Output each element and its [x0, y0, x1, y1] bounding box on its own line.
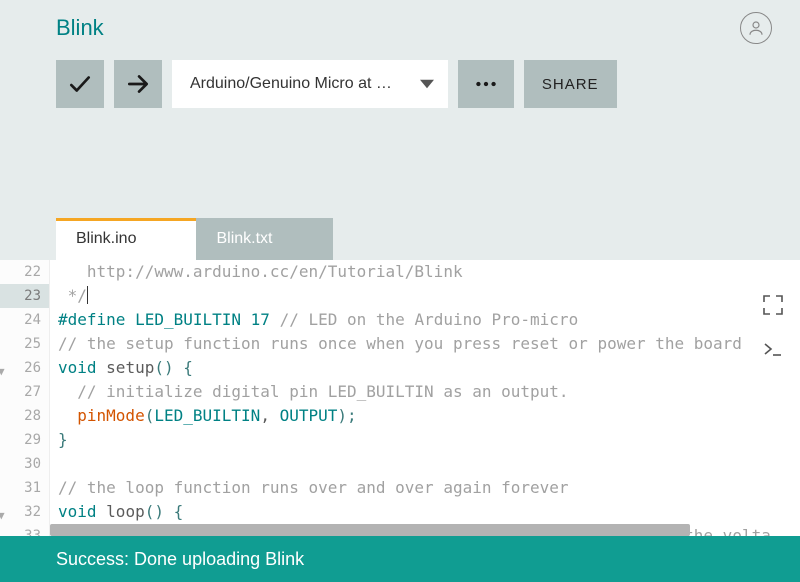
fullscreen-button[interactable]	[760, 292, 786, 318]
code-line[interactable]: // initialize digital pin LED_BUILTIN as…	[58, 380, 800, 404]
account-button[interactable]	[740, 12, 772, 44]
code-line[interactable]: void loop() {	[58, 500, 800, 524]
editor-area: Blink.inoBlink.txt 2223242526▼2728293031…	[0, 180, 800, 536]
code-line[interactable]: // the setup function runs once when you…	[58, 332, 800, 356]
line-number: 28	[0, 404, 49, 428]
share-button[interactable]: SHARE	[524, 60, 617, 108]
code-line[interactable]: void setup() {	[58, 356, 800, 380]
tab-blink-txt[interactable]: Blink.txt	[196, 218, 332, 260]
check-icon	[67, 71, 93, 97]
line-number: 30	[0, 452, 49, 476]
header: Blink Arduino/Genuino Micro at … SHARE	[0, 0, 800, 108]
board-select-label: Arduino/Genuino Micro at …	[190, 75, 392, 93]
code-line[interactable]: pinMode(LED_BUILTIN, OUTPUT);	[58, 404, 800, 428]
code-line[interactable]: http://www.arduino.cc/en/Tutorial/Blink	[58, 260, 800, 284]
code-line[interactable]: }	[58, 428, 800, 452]
sketch-title: Blink	[56, 15, 104, 41]
code-content[interactable]: http://www.arduino.cc/en/Tutorial/Blink …	[50, 260, 800, 536]
user-icon	[747, 19, 765, 37]
line-gutter: 2223242526▼272829303132▼3334353637	[0, 260, 50, 536]
tab-bar: Blink.inoBlink.txt	[56, 218, 800, 260]
line-number: 26▼	[0, 356, 49, 380]
code-line[interactable]: #define LED_BUILTIN 17 // LED on the Ard…	[58, 308, 800, 332]
tab-blink-ino[interactable]: Blink.ino	[56, 218, 196, 260]
line-number: 23	[0, 284, 49, 308]
status-bar: Success: Done uploading Blink	[0, 536, 800, 582]
expand-icon	[761, 293, 785, 317]
status-text: Success: Done uploading Blink	[56, 549, 304, 570]
upload-button[interactable]	[114, 60, 162, 108]
editor-side-icons	[760, 292, 786, 362]
horizontal-scrollbar[interactable]	[50, 524, 794, 536]
line-number: 32▼	[0, 500, 49, 524]
verify-button[interactable]	[56, 60, 104, 108]
arrow-right-icon	[125, 71, 151, 97]
more-button[interactable]	[458, 60, 514, 108]
code-editor[interactable]: 2223242526▼272829303132▼3334353637 http:…	[0, 260, 800, 536]
code-line[interactable]: // the loop function runs over and over …	[58, 476, 800, 500]
line-number: 22	[0, 260, 49, 284]
terminal-icon	[761, 337, 785, 361]
line-number: 31	[0, 476, 49, 500]
line-number: 27	[0, 380, 49, 404]
line-number: 33	[0, 524, 49, 536]
line-number: 24	[0, 308, 49, 332]
line-number: 25	[0, 332, 49, 356]
board-select[interactable]: Arduino/Genuino Micro at …	[172, 60, 448, 108]
serial-monitor-button[interactable]	[760, 336, 786, 362]
horizontal-scrollbar-thumb[interactable]	[50, 524, 690, 536]
line-number: 29	[0, 428, 49, 452]
toolbar: Arduino/Genuino Micro at … SHARE	[56, 60, 772, 108]
code-line[interactable]: */	[58, 284, 800, 308]
chevron-down-icon	[420, 77, 434, 91]
dots-icon	[473, 71, 499, 97]
text-caret	[87, 286, 88, 304]
code-line[interactable]	[58, 452, 800, 476]
